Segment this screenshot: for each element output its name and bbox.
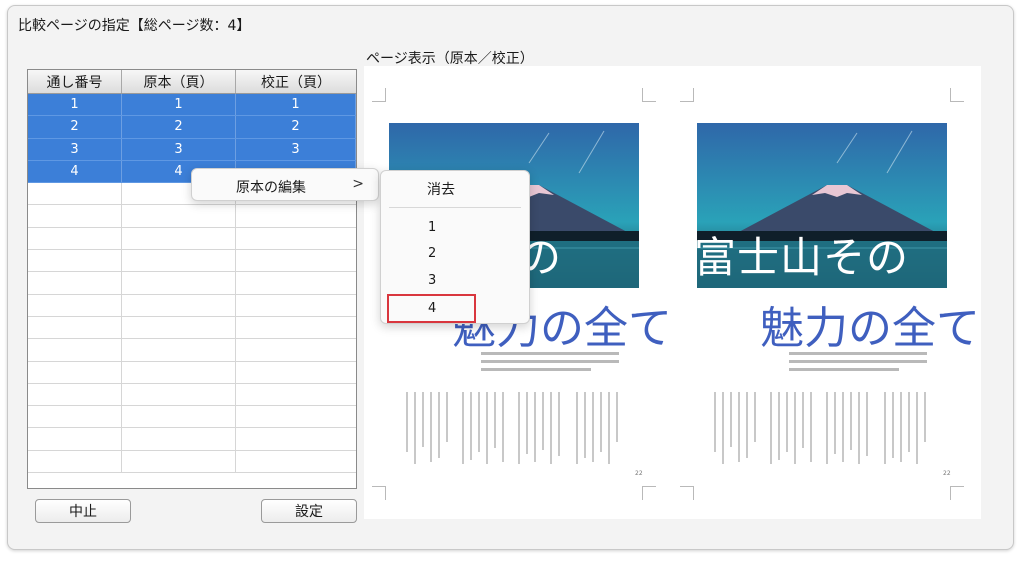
chevron-right-icon: > <box>352 176 364 192</box>
table-row-empty[interactable] <box>28 383 356 407</box>
cell-original: 3 <box>122 138 236 160</box>
header-proof[interactable]: 校正（頁） <box>236 70 356 93</box>
dialog-title: 比較ページの指定【総ページ数：4】 <box>18 18 251 34</box>
cell-original: 1 <box>122 94 236 116</box>
page-number-right: 22 <box>943 470 951 477</box>
table-row-empty[interactable] <box>28 205 356 228</box>
page-option-2[interactable]: 2 <box>428 246 436 261</box>
table-row-empty[interactable] <box>28 339 356 362</box>
table-row-empty[interactable] <box>28 406 356 429</box>
table-row-empty[interactable] <box>28 428 356 451</box>
preview-label: ページ表示（原本／校正） <box>366 51 534 67</box>
context-menu: 原本の編集 > <box>191 168 379 201</box>
table-row-empty[interactable] <box>28 272 356 295</box>
cell-serial: 3 <box>28 138 122 160</box>
header-original[interactable]: 原本（頁） <box>122 70 236 93</box>
cell-original: 2 <box>122 116 236 138</box>
table-row-empty[interactable] <box>28 227 356 251</box>
cell-serial: 2 <box>28 116 122 138</box>
table-row-empty[interactable] <box>28 450 356 474</box>
proof-page: 富士山その 魅力の全て 22 <box>672 66 980 519</box>
table-row-empty[interactable] <box>28 316 356 340</box>
cell-serial: 4 <box>28 160 122 183</box>
page-option-3[interactable]: 3 <box>428 273 436 288</box>
highlight-box <box>387 294 476 323</box>
header-serial[interactable]: 通し番号 <box>28 70 122 93</box>
cancel-button[interactable]: 中止 <box>35 499 131 523</box>
table-row-empty[interactable] <box>28 361 356 384</box>
cell-serial: 1 <box>28 94 122 116</box>
menu-separator <box>389 207 521 208</box>
table-row[interactable]: 3 3 3 <box>28 138 356 161</box>
right-title-line2: 魅力の全て <box>760 303 980 354</box>
cell-proof: 2 <box>236 116 356 138</box>
cell-proof: 1 <box>236 94 356 116</box>
page-number-left: 22 <box>635 470 643 477</box>
delete-menu-item[interactable]: 消去 <box>427 179 455 199</box>
table-row-empty[interactable] <box>28 250 356 273</box>
page-mapping-table: 通し番号 原本（頁） 校正（頁） 1 1 1 2 2 2 3 3 3 4 4 <box>27 69 357 489</box>
table-header: 通し番号 原本（頁） 校正（頁） <box>28 70 356 94</box>
table-row[interactable]: 2 2 2 <box>28 116 356 139</box>
page-option-1[interactable]: 1 <box>428 220 436 235</box>
right-title-line1: 富士山その <box>694 233 910 282</box>
table-row-empty[interactable] <box>28 294 356 317</box>
set-button[interactable]: 設定 <box>261 499 357 523</box>
table-row[interactable]: 1 1 1 <box>28 94 356 117</box>
cell-proof: 3 <box>236 138 356 160</box>
edit-original-menu-item[interactable]: 原本の編集 <box>236 177 306 197</box>
